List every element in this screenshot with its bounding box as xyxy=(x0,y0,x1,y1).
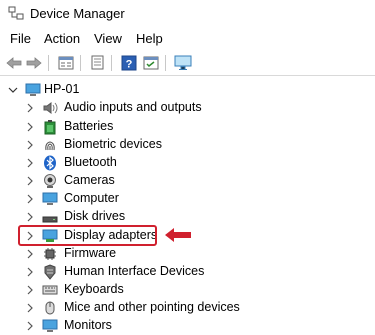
tree-node-hid[interactable]: Human Interface Devices xyxy=(0,263,375,281)
chevron-right-icon[interactable] xyxy=(25,194,35,204)
tree-node-computer[interactable]: Computer xyxy=(0,190,375,208)
document-icon xyxy=(91,55,104,70)
toolbar-separator xyxy=(80,55,81,71)
toolbar-separator xyxy=(48,55,49,71)
highlight-box xyxy=(18,225,157,246)
menu-view[interactable]: View xyxy=(94,31,122,46)
forward-arrow-icon xyxy=(26,56,42,69)
chevron-right-icon[interactable] xyxy=(25,122,35,132)
help-icon: ? xyxy=(121,55,137,70)
tree-node-label: Mice and other pointing devices xyxy=(64,300,240,314)
back-button[interactable] xyxy=(5,54,23,71)
mouse-icon xyxy=(45,301,55,315)
help-button[interactable]: ? xyxy=(120,54,138,71)
device-manager-icon xyxy=(8,6,24,20)
chip-icon xyxy=(44,248,56,260)
hid-icon xyxy=(44,264,56,280)
computer-icon xyxy=(25,83,41,96)
scan-hardware-button[interactable] xyxy=(174,54,192,71)
tree-node-label: Firmware xyxy=(64,246,117,260)
properties-icon xyxy=(58,56,74,69)
toolbar-separator xyxy=(111,55,112,71)
tree-node-cameras[interactable]: Cameras xyxy=(0,172,375,190)
tree-root-label: HP-01 xyxy=(44,82,80,96)
tree-node-keyboards[interactable]: Keyboards xyxy=(0,281,375,299)
tree-node-label: Keyboards xyxy=(64,282,124,296)
tree-node-label: Batteries xyxy=(64,119,114,133)
tree-node-biometric[interactable]: Biometric devices xyxy=(0,136,375,154)
tree-node-batteries[interactable]: Batteries xyxy=(0,118,375,136)
bluetooth-icon xyxy=(44,155,56,171)
chevron-right-icon[interactable] xyxy=(25,176,35,186)
chevron-right-icon[interactable] xyxy=(25,303,35,313)
chevron-right-icon[interactable] xyxy=(25,285,35,295)
menu-bar: File Action View Help xyxy=(0,28,375,50)
tree-node-disk-drives[interactable]: Disk drives xyxy=(0,208,375,226)
tree-node-label: Computer xyxy=(64,191,119,205)
keyboard-icon xyxy=(42,285,58,295)
tree-root-hp-01[interactable]: HP-01 xyxy=(0,81,375,99)
fingerprint-icon xyxy=(45,141,55,151)
chevron-right-icon[interactable] xyxy=(25,158,35,168)
tree-node-label: Audio inputs and outputs xyxy=(64,100,202,114)
monitor-icon xyxy=(42,192,58,205)
tree-node-bluetooth[interactable]: Bluetooth xyxy=(0,154,375,172)
chevron-right-icon[interactable] xyxy=(25,140,35,150)
menu-action[interactable]: Action xyxy=(44,31,80,46)
document-button[interactable] xyxy=(88,54,106,71)
toolbar-separator xyxy=(165,55,166,71)
title-bar: Device Manager xyxy=(0,0,375,28)
chevron-right-icon[interactable] xyxy=(25,103,35,113)
menu-file[interactable]: File xyxy=(10,31,31,46)
properties-button[interactable] xyxy=(57,54,75,71)
forward-button[interactable] xyxy=(25,54,43,71)
tree-node-mice[interactable]: Mice and other pointing devices xyxy=(0,299,375,317)
menu-help[interactable]: Help xyxy=(136,31,163,46)
toolbar: ? xyxy=(0,50,375,76)
tree-node-label: Cameras xyxy=(64,173,115,187)
svg-text:?: ? xyxy=(126,58,133,70)
chevron-right-icon[interactable] xyxy=(25,249,35,259)
back-arrow-icon xyxy=(6,56,22,69)
tree-node-label: Disk drives xyxy=(64,209,126,223)
window-title: Device Manager xyxy=(30,6,125,21)
tree-node-monitors[interactable]: Monitors xyxy=(0,317,375,335)
update-driver-button[interactable] xyxy=(142,54,160,71)
chevron-right-icon[interactable] xyxy=(25,267,35,277)
computer-monitor-icon xyxy=(174,55,192,70)
chevron-down-icon[interactable] xyxy=(8,85,18,95)
camera-icon xyxy=(44,174,56,188)
tree-node-label: Biometric devices xyxy=(64,137,162,151)
battery-icon xyxy=(44,120,56,135)
monitor-icon xyxy=(42,319,58,332)
tree-node-label: Human Interface Devices xyxy=(64,264,205,278)
chevron-right-icon[interactable] xyxy=(25,321,35,331)
tree-node-firmware[interactable]: Firmware xyxy=(0,245,375,263)
chevron-right-icon[interactable] xyxy=(25,212,35,222)
device-tree: HP-01 Audio inputs and outputs Batteries… xyxy=(0,77,375,335)
left-arrow-icon xyxy=(165,228,191,242)
speaker-icon xyxy=(43,102,58,114)
disk-drive-icon xyxy=(42,216,58,223)
tree-node-audio[interactable]: Audio inputs and outputs xyxy=(0,99,375,117)
tree-node-label: Monitors xyxy=(64,318,112,332)
update-driver-icon xyxy=(143,56,159,69)
tree-node-label: Bluetooth xyxy=(64,155,117,169)
